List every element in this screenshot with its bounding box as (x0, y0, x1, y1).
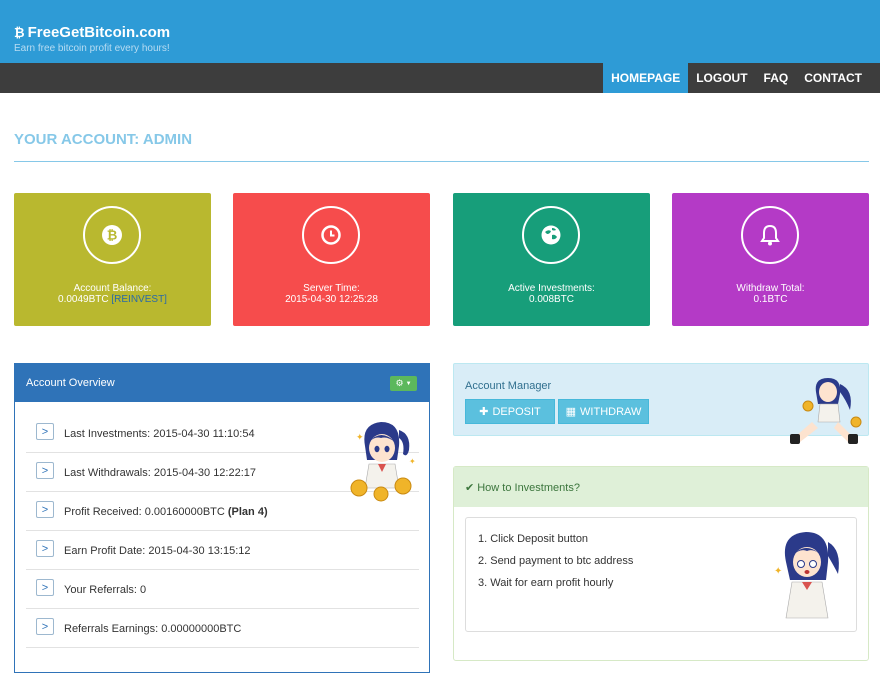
page-title: YOUR ACCOUNT: ADMIN (14, 131, 193, 148)
server-time-card: Server Time: 2015-04-30 12:25:28 (233, 193, 430, 326)
account-overview-panel: Account Overview ⚙ ▼ > Last Investments: … (14, 363, 430, 673)
plan-label: (Plan 4) (227, 506, 268, 518)
card-label: Account Balance: (73, 283, 152, 294)
referrals-earnings: Referrals Earnings: 0.00000000BTC (64, 623, 242, 635)
last-withdrawals: Last Withdrawals: 2015-04-30 12:22:17 (64, 467, 257, 479)
card-label: Server Time: (303, 283, 360, 294)
nav-faq[interactable]: FAQ (756, 63, 797, 93)
card-label: Withdraw Total: (736, 283, 805, 294)
nav-logout[interactable]: LOGOUT (688, 63, 755, 93)
panel-heading: Account Overview ⚙ ▼ (15, 364, 429, 402)
svg-text:✦: ✦ (409, 457, 416, 466)
card-value: 0.008BTC (528, 294, 575, 305)
svg-text:✦: ✦ (356, 433, 364, 443)
account-manager-panel: Account Manager ✚ DEPOSIT ▦ WITHDRAW (453, 363, 869, 444)
card-value: 0.1BTC (753, 294, 788, 305)
panel-title: Account Manager (465, 380, 552, 392)
site-name: FreeGetBitcoin.com (27, 24, 171, 41)
your-referrals: Your Referrals: 0 (64, 584, 147, 596)
list-item: > Earn Profit Date: 2015-04-30 13:15:12 (26, 531, 419, 570)
panel-title: Account Overview (26, 377, 115, 389)
site-tagline: Earn free bitcoin profit every hours! (14, 43, 170, 54)
title-divider (14, 161, 869, 162)
chevron-right-icon[interactable]: > (36, 540, 54, 557)
chevron-right-icon[interactable]: > (36, 462, 54, 479)
caret-down-icon: ▼ (405, 380, 412, 387)
nav-homepage[interactable]: HOMEPAGE (603, 63, 689, 93)
svg-text:₿: ₿ (107, 229, 118, 244)
last-investments: Last Investments: 2015-04-30 11:10:54 (64, 428, 255, 440)
profit-received-value: Profit Received: 0.00160000BTC (64, 506, 228, 518)
bitcoin-icon: ₿ (83, 206, 141, 264)
deposit-button[interactable]: ✚ DEPOSIT (465, 399, 555, 424)
bitcoin-icon: ₿ (14, 25, 25, 40)
earn-profit-date: Earn Profit Date: 2015-04-30 13:15:12 (64, 545, 251, 557)
globe-icon (522, 206, 580, 264)
site-brand[interactable]: ₿ FreeGetBitcoin.com (14, 24, 170, 41)
card-value: 0.0049BTC [REINVEST] (14, 294, 211, 305)
clock-icon (302, 206, 360, 264)
steps-list: 1. Click Deposit button 2. Send payment … (478, 533, 633, 599)
withdraw-total-card: Withdraw Total: 0.1BTC (672, 193, 869, 326)
mascot-illustration (790, 378, 862, 444)
card-value: 2015-04-30 12:25:28 (285, 294, 378, 305)
grid-icon: ▦ (565, 406, 577, 418)
bell-icon (741, 206, 799, 264)
reinvest-link[interactable]: [REINVEST] (111, 294, 167, 305)
plus-icon: ✚ (479, 406, 489, 418)
checkmark-icon: ✔ (465, 482, 475, 494)
step-item: 3. Wait for earn profit hourly (478, 577, 614, 589)
deposit-label: DEPOSIT (492, 405, 541, 418)
panel-heading: ✔ How to Investments? (454, 467, 868, 507)
list-item: > Referrals Earnings: 0.00000000BTC (26, 609, 419, 648)
withdraw-button[interactable]: ▦ WITHDRAW (558, 399, 649, 424)
profit-received: Profit Received: 0.00160000BTC (Plan 4) (64, 506, 268, 518)
chevron-right-icon[interactable]: > (36, 579, 54, 596)
steps-box: 1. Click Deposit button 2. Send payment … (465, 517, 857, 632)
chevron-right-icon[interactable]: > (36, 618, 54, 635)
list-item: > Your Referrals: 0 (26, 570, 419, 609)
mascot-illustration: ✦ ✦ (350, 422, 416, 502)
step-item: 2. Send payment to btc address (478, 555, 634, 567)
account-balance-card: ₿ Account Balance: 0.0049BTC [REINVEST] (14, 193, 211, 326)
withdraw-label: WITHDRAW (580, 405, 642, 418)
settings-dropdown-button[interactable]: ⚙ ▼ (390, 376, 417, 391)
how-to-invest-panel: ✔ How to Investments? 1. Click Deposit bu… (453, 466, 869, 661)
nav-contact[interactable]: CONTACT (796, 63, 870, 93)
card-label: Active Investments: (508, 283, 595, 294)
balance-value: 0.0049BTC (58, 294, 109, 305)
gear-icon: ⚙ (395, 378, 404, 388)
chevron-right-icon[interactable]: > (36, 423, 54, 440)
active-investments-card: Active Investments: 0.008BTC (453, 193, 650, 326)
site-header: ₿ FreeGetBitcoin.com Earn free bitcoin pr… (0, 0, 880, 63)
mascot-illustration: ✦ (774, 532, 839, 619)
svg-text:✦: ✦ (774, 566, 782, 577)
chevron-right-icon[interactable]: > (36, 501, 54, 518)
step-item: 1. Click Deposit button (478, 533, 589, 545)
panel-title: How to Investments? (477, 482, 580, 494)
main-nav: HOMEPAGE LOGOUT FAQ CONTACT (0, 63, 880, 93)
